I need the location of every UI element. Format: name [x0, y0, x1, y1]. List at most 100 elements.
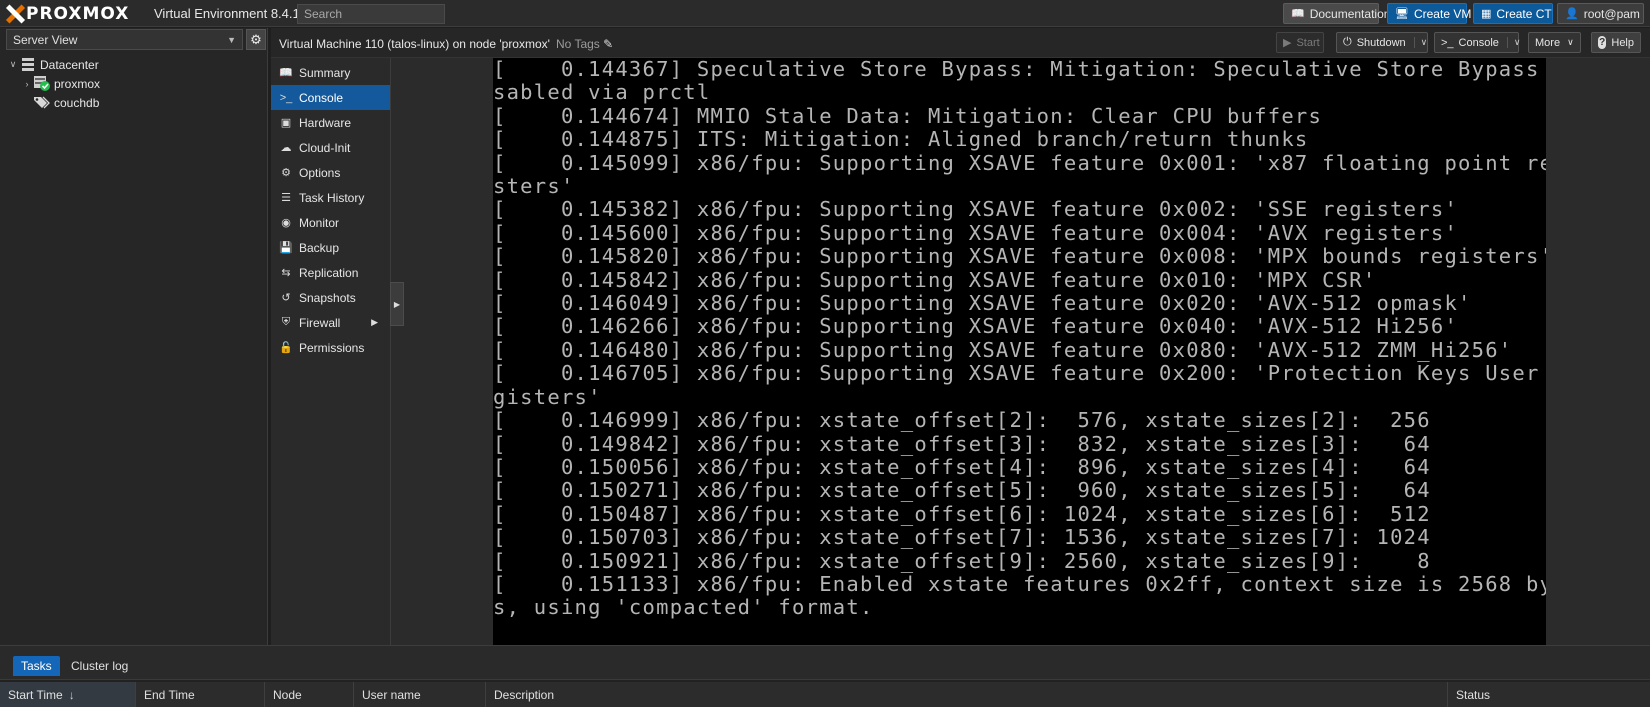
- expand-icon[interactable]: ›: [22, 79, 32, 89]
- collapse-icon[interactable]: ∨: [8, 59, 18, 70]
- nav-backup[interactable]: 💾 Backup: [271, 235, 390, 260]
- collapse-nav-handle[interactable]: ▶: [390, 282, 404, 326]
- proxmox-logo[interactable]: PROXMOX: [5, 4, 129, 24]
- create-vm-label: Create VM: [1413, 6, 1472, 21]
- tree-node-proxmox[interactable]: › proxmox: [0, 74, 268, 93]
- chevron-right-icon: ▶: [393, 299, 401, 309]
- console-line: [ 0.146999] x86/fpu: xstate_offset[2]: 5…: [493, 408, 1431, 433]
- chevron-down-icon[interactable]: ∨: [1413, 37, 1427, 48]
- documentation-button[interactable]: 📖 Documentation: [1283, 3, 1390, 24]
- vm-header: Virtual Machine 110 (talos-linux) on nod…: [271, 28, 1650, 58]
- nav-task-history[interactable]: ☰ Task History: [271, 185, 390, 210]
- help-button[interactable]: ? Help: [1591, 32, 1641, 53]
- help-label: Help: [1611, 36, 1634, 49]
- column-description[interactable]: Description: [486, 682, 1448, 707]
- gear-icon: ⚙: [250, 31, 262, 47]
- tab-label: Cluster log: [71, 659, 129, 673]
- create-vm-button[interactable]: 🖥 Create VM: [1387, 3, 1471, 24]
- nav-cloud-init[interactable]: ☁ Cloud-Init: [271, 135, 390, 160]
- tags-label: No Tags: [556, 37, 600, 51]
- play-icon: ▶: [1283, 37, 1292, 49]
- question-icon: ?: [1598, 36, 1607, 49]
- nav-firewall[interactable]: ⛨ Firewall ▶: [271, 310, 390, 335]
- console-output: [ 0.144367] Speculative Store Bypass: Mi…: [493, 58, 1546, 620]
- search-input[interactable]: [297, 4, 445, 24]
- column-end-time[interactable]: End Time: [136, 682, 265, 707]
- nav-snapshots[interactable]: ↺ Snapshots: [271, 285, 390, 310]
- nav-hardware[interactable]: ▣ Hardware: [271, 110, 390, 135]
- user-menu-button[interactable]: 👤 root@pam: [1557, 3, 1644, 24]
- console-line: sabled via prctl: [493, 80, 711, 105]
- console-button[interactable]: >_ Console ∨: [1434, 32, 1521, 53]
- nav-console[interactable]: >_ Console: [271, 85, 390, 110]
- column-start-time[interactable]: Start Time ↓: [0, 682, 136, 707]
- gear-icon: ⚙: [281, 167, 291, 179]
- column-user-name[interactable]: User name: [354, 682, 486, 707]
- console-line: [ 0.145382] x86/fpu: Supporting XSAVE fe…: [493, 197, 1459, 222]
- chevron-right-icon: ▶: [371, 317, 378, 327]
- console-line: [ 0.144674] MMIO Stale Data: Mitigation:…: [493, 103, 1323, 128]
- log-panel: Tasks Cluster log Start Time ↓ End Time …: [0, 645, 1650, 707]
- column-label: User name: [362, 688, 421, 702]
- view-select[interactable]: Server View ▼: [6, 29, 243, 50]
- console-line: [ 0.145842] x86/fpu: Supporting XSAVE fe…: [493, 267, 1377, 292]
- tree-node-label: couchdb: [54, 95, 100, 110]
- resource-tree-panel: Server View ▼ ⚙ ∨ Datacenter › proxmox c…: [0, 28, 268, 645]
- shield-icon: ⛨: [281, 316, 291, 328]
- pencil-icon[interactable]: ✎: [603, 37, 613, 51]
- chevron-down-icon[interactable]: ∨: [1506, 37, 1521, 48]
- column-node[interactable]: Node: [265, 682, 354, 707]
- console-line: [ 0.150703] x86/fpu: xstate_offset[7]: 1…: [493, 525, 1431, 550]
- nav-monitor[interactable]: ◉ Monitor: [271, 210, 390, 235]
- tags-field[interactable]: No Tags ✎: [556, 37, 613, 51]
- create-ct-button[interactable]: ▦ Create CT: [1473, 3, 1553, 24]
- console-line: [ 0.145820] x86/fpu: Supporting XSAVE fe…: [493, 244, 1546, 269]
- console-line: [ 0.150271] x86/fpu: xstate_offset[5]: 9…: [493, 478, 1431, 503]
- console-line: [ 0.146480] x86/fpu: Supporting XSAVE fe…: [493, 337, 1513, 362]
- log-tabbar: Tasks Cluster log: [0, 646, 1650, 680]
- tasks-grid-header: Start Time ↓ End Time Node User name Des…: [0, 682, 1650, 707]
- nav-permissions[interactable]: 🔓 Permissions: [271, 335, 390, 360]
- nav-label: Permissions: [299, 340, 365, 355]
- shutdown-label: Shutdown: [1356, 36, 1406, 49]
- tag-icon: [34, 96, 50, 110]
- tree-node-datacenter[interactable]: ∨ Datacenter: [0, 55, 268, 74]
- floppy-icon: 💾: [279, 242, 293, 254]
- tree-node-couchdb[interactable]: couchdb: [0, 93, 268, 112]
- column-label: Status: [1456, 688, 1491, 702]
- nav-label: Summary: [299, 65, 351, 80]
- node-online-icon: [34, 76, 50, 91]
- nav-options[interactable]: ⚙ Options: [271, 160, 390, 185]
- more-button[interactable]: More ∨: [1528, 32, 1581, 53]
- list-icon: ☰: [281, 192, 291, 204]
- desktop-icon: ▣: [280, 117, 292, 129]
- tree-node-label: proxmox: [54, 76, 101, 91]
- resource-tree: ∨ Datacenter › proxmox couchdb: [0, 55, 268, 112]
- start-button[interactable]: ▶ Start: [1276, 32, 1324, 53]
- tab-cluster-log[interactable]: Cluster log: [63, 656, 136, 676]
- create-ct-label: Create CT: [1496, 6, 1552, 21]
- unlock-icon: 🔓: [279, 342, 293, 354]
- console-label: Console: [1458, 36, 1499, 49]
- nav-label: Options: [299, 165, 341, 180]
- console-line: [ 0.144367] Speculative Store Bypass: Mi…: [493, 58, 1546, 81]
- nav-summary[interactable]: 📖 Summary: [271, 60, 390, 85]
- console-line: s, using 'compacted' format.: [493, 595, 874, 620]
- vm-console-terminal[interactable]: [ 0.144367] Speculative Store Bypass: Mi…: [493, 58, 1546, 645]
- column-status[interactable]: Status: [1448, 682, 1650, 707]
- shutdown-button[interactable]: ⏻ Shutdown ∨: [1336, 32, 1428, 53]
- nav-label: Cloud-Init: [299, 140, 351, 155]
- user-icon: 👤: [1565, 8, 1579, 20]
- chevron-down-icon: ▼: [227, 34, 236, 45]
- chevron-down-icon: ∨: [1567, 37, 1574, 47]
- console-line: [ 0.149842] x86/fpu: xstate_offset[3]: 8…: [493, 431, 1431, 456]
- vm-title: Virtual Machine 110 (talos-linux) on nod…: [279, 37, 550, 51]
- nav-label: Task History: [299, 190, 365, 205]
- tab-tasks[interactable]: Tasks: [13, 656, 60, 676]
- user-label: root@pam: [1583, 6, 1640, 21]
- nav-label: Replication: [299, 265, 359, 280]
- power-icon: ⏻: [1343, 36, 1352, 48]
- book-icon: 📖: [279, 67, 293, 79]
- tree-settings-button[interactable]: ⚙: [246, 29, 266, 50]
- nav-replication[interactable]: ⇆ Replication: [271, 260, 390, 285]
